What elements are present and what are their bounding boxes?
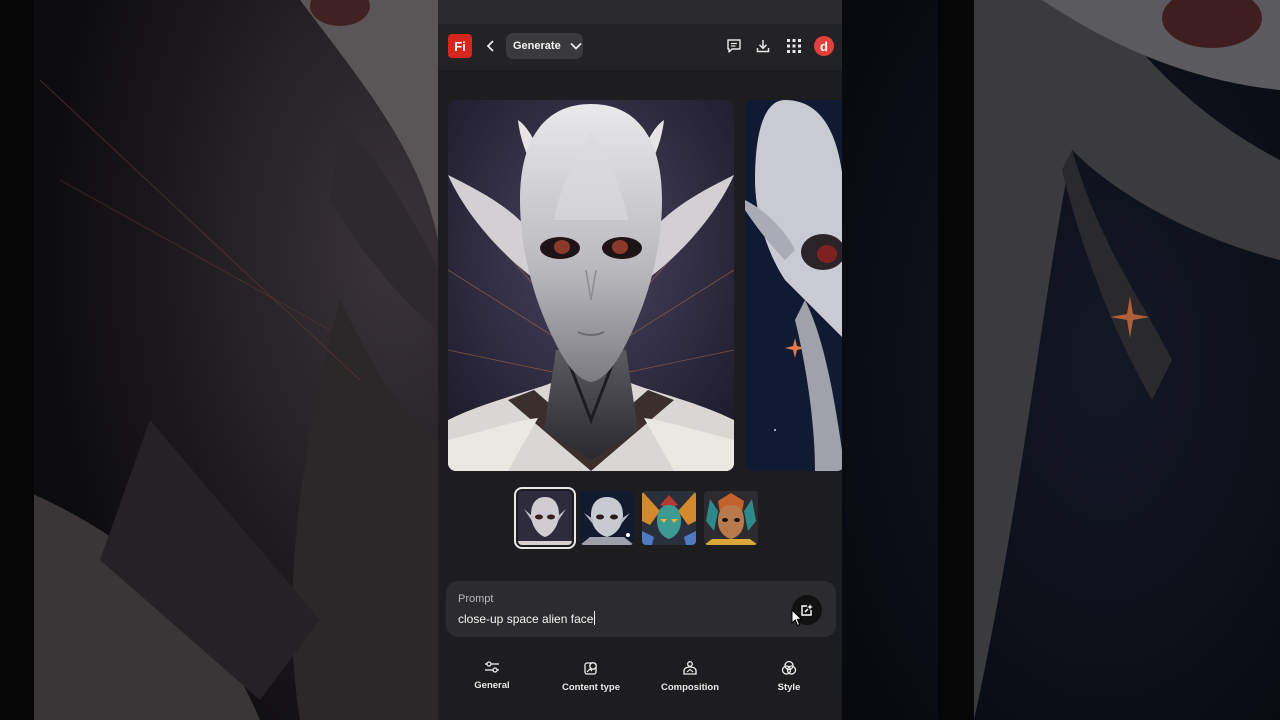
mouse-pointer-icon	[791, 609, 803, 627]
thumbnail-strip	[514, 487, 758, 549]
thumbnail-1[interactable]	[514, 487, 576, 549]
background-left	[0, 0, 438, 720]
background-right	[842, 0, 1280, 720]
prompt-value: close-up space alien face	[458, 612, 594, 626]
status-bar	[438, 0, 842, 24]
download-button[interactable]	[753, 36, 773, 56]
tab-content-type-label: Content type	[561, 682, 621, 693]
chevron-down-icon	[570, 42, 582, 50]
alien-portrait-image	[448, 100, 734, 471]
apps-grid-icon	[787, 39, 801, 53]
top-bar: Fi Generate d	[438, 24, 842, 70]
download-icon	[756, 40, 770, 53]
thumb-alien-tribal-image	[704, 491, 758, 545]
text-caret	[594, 611, 596, 625]
prompt-box[interactable]: Prompt close-up space alien face	[446, 581, 836, 637]
feedback-icon	[727, 39, 741, 53]
composition-icon	[683, 661, 697, 675]
chevron-left-icon	[486, 40, 494, 52]
mode-dropdown-label: Generate	[513, 40, 561, 52]
thumb-alien-space-image	[580, 491, 634, 545]
alien-space-image	[745, 100, 842, 471]
thumbnail-3[interactable]	[642, 491, 696, 545]
tab-general-label: General	[474, 680, 510, 691]
thumbnail-4[interactable]	[704, 491, 758, 545]
thumbnail-2[interactable]	[580, 491, 634, 545]
tab-composition[interactable]: Composition	[645, 660, 735, 693]
background-art-right	[842, 0, 1280, 720]
prompt-label: Prompt	[458, 593, 494, 605]
content-type-icon	[584, 662, 597, 675]
tab-general[interactable]: General	[447, 660, 537, 691]
thumb-alien-white-image	[518, 491, 572, 545]
tab-content-type[interactable]: Content type	[546, 660, 636, 693]
prompt-input[interactable]: close-up space alien face	[458, 611, 596, 626]
apps-button[interactable]	[784, 36, 804, 56]
generated-image-next[interactable]	[745, 100, 842, 471]
background-art-left	[0, 0, 438, 720]
firefly-logo[interactable]: Fi	[448, 34, 472, 58]
firefly-app: Fi Generate d Prompt close-up space alie…	[438, 0, 842, 720]
user-avatar[interactable]: d	[814, 36, 834, 56]
tab-style[interactable]: Style	[744, 660, 834, 693]
tab-composition-label: Composition	[660, 682, 720, 693]
tab-style-label: Style	[777, 682, 801, 693]
mode-dropdown[interactable]: Generate	[506, 33, 583, 59]
bottom-toolbar: General Content type Composition Style	[438, 660, 842, 710]
feedback-button[interactable]	[724, 36, 744, 56]
thumb-alien-colorful-image	[642, 491, 696, 545]
generated-image-main[interactable]	[448, 100, 734, 471]
style-icon	[781, 660, 797, 675]
back-button[interactable]	[484, 36, 498, 56]
sliders-icon	[485, 661, 499, 673]
